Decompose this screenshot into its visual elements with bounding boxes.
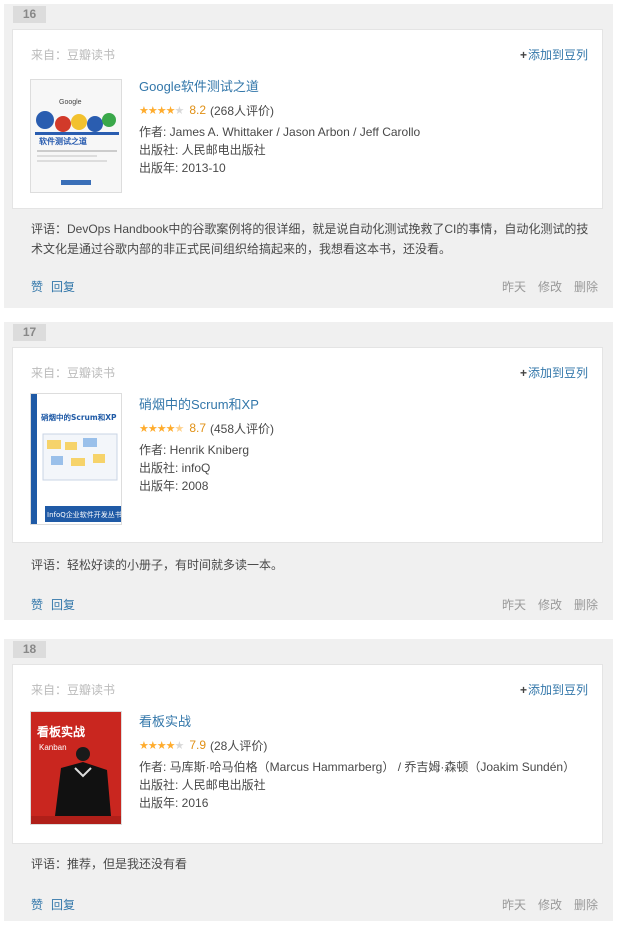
delete-button[interactable]: 删除: [574, 898, 598, 912]
google-book-cover-art: Google 软件测试之道: [31, 80, 121, 192]
book-author: 作者: Henrik Kniberg: [139, 443, 250, 457]
comment-text: 评语：DevOps Handbook中的谷歌案例将的很详细，就是说自动化测试挽救…: [31, 222, 589, 256]
comment-text: 评语：轻松好读的小册子，有时间就多读一本。: [31, 558, 284, 572]
item-manage-actions: 昨天 修改 删除: [490, 596, 598, 613]
item-manage-actions: 昨天 修改 删除: [490, 896, 598, 913]
comment-actions: 赞回复: [31, 896, 83, 913]
add-to-doulist-button[interactable]: +添加到豆列: [520, 46, 588, 63]
comment-text: 评语：推荐，但是我还没有看: [31, 857, 188, 871]
svg-text:Google: Google: [59, 99, 82, 106]
source-label: 来自：豆瓣读书: [31, 48, 116, 62]
book-cover[interactable]: Google 软件测试之道: [30, 79, 122, 193]
rating-row: ★★★★★ 7.9 (28人评价): [139, 736, 575, 754]
comment-actions: 赞回复: [31, 596, 83, 613]
book-title-link[interactable]: 看板实战: [139, 711, 575, 730]
doulist-item: 17 来自：豆瓣读书 +添加到豆列 硝烟中的Scrum和XP InfoQ企业软件…: [4, 322, 613, 620]
book-title-link[interactable]: Google软件测试之道: [139, 76, 420, 95]
edit-button[interactable]: 修改: [538, 898, 562, 912]
item-index: 17: [13, 324, 46, 341]
book-info: 看板实战 ★★★★★ 7.9 (28人评价) 作者: 马库斯·哈马伯格（Marc…: [139, 711, 575, 812]
book-publisher: 出版社: 人民邮电出版社: [139, 143, 266, 157]
rating-score: 7.9: [189, 738, 207, 752]
reply-button[interactable]: 回复: [51, 280, 75, 294]
doulist-item: 16 来自：豆瓣读书 +添加到豆列 Google 软件测试之道 Google软件…: [4, 4, 613, 308]
rating-count: (458人评价): [210, 421, 275, 436]
reply-button[interactable]: 回复: [51, 898, 75, 912]
svg-text:软件测试之道: 软件测试之道: [39, 136, 87, 146]
svg-text:InfoQ企业软件开发丛书: InfoQ企业软件开发丛书: [47, 510, 122, 519]
book-title-link[interactable]: 硝烟中的Scrum和XP: [139, 394, 274, 413]
rating-score: 8.2: [189, 103, 207, 117]
book-info: 硝烟中的Scrum和XP ★★★★★ 8.7 (458人评价) 作者: Henr…: [139, 394, 274, 495]
source-label: 来自：豆瓣读书: [31, 366, 116, 380]
plus-icon: +: [519, 683, 527, 697]
book-pubyear: 出版年: 2016: [139, 796, 209, 810]
book-author: 作者: 马库斯·哈马伯格（Marcus Hammarberg） / 乔吉姆·森顿…: [139, 760, 576, 774]
edit-button[interactable]: 修改: [538, 280, 562, 294]
item-index: 16: [13, 6, 46, 23]
delete-button[interactable]: 删除: [574, 280, 598, 294]
add-to-doulist-button[interactable]: +添加到豆列: [520, 681, 588, 698]
item-index: 18: [13, 641, 46, 658]
book-card: 来自：豆瓣读书 +添加到豆列 硝烟中的Scrum和XP InfoQ企业软件开发丛…: [12, 347, 603, 543]
book-cover[interactable]: 看板实战 Kanban: [30, 711, 122, 825]
book-publisher: 出版社: 人民邮电出版社: [139, 778, 266, 792]
like-button[interactable]: 赞: [31, 280, 43, 294]
doulist-item: 18 来自：豆瓣读书 +添加到豆列 看板实战 Kanban 看板实战 ★★★★★…: [4, 639, 613, 921]
timestamp: 昨天: [501, 280, 526, 294]
kanban-book-cover-art: 看板实战 Kanban: [31, 712, 121, 824]
timestamp: 昨天: [501, 598, 526, 612]
plus-icon: +: [519, 366, 527, 380]
scrum-book-cover-art: 硝烟中的Scrum和XP InfoQ企业软件开发丛书: [31, 394, 122, 524]
item-manage-actions: 昨天 修改 删除: [490, 278, 598, 295]
book-author: 作者: James A. Whittaker / Jason Arbon / J…: [139, 125, 421, 139]
star-rating-icon: ★★★★★: [139, 422, 184, 435]
rating-score: 8.7: [189, 421, 207, 435]
book-card: 来自：豆瓣读书 +添加到豆列 Google 软件测试之道 Google软件测试之…: [12, 29, 603, 209]
book-publisher: 出版社: infoQ: [139, 461, 211, 475]
rating-row: ★★★★★ 8.7 (458人评价): [139, 419, 274, 437]
source-label: 来自：豆瓣读书: [31, 683, 116, 697]
book-cover[interactable]: 硝烟中的Scrum和XP InfoQ企业软件开发丛书: [30, 393, 122, 525]
edit-button[interactable]: 修改: [538, 598, 562, 612]
timestamp: 昨天: [501, 898, 526, 912]
book-pubyear: 出版年: 2013-10: [139, 161, 226, 175]
rating-row: ★★★★★ 8.2 (268人评价): [139, 101, 420, 119]
comment-actions: 赞回复: [31, 278, 83, 295]
book-card: 来自：豆瓣读书 +添加到豆列 看板实战 Kanban 看板实战 ★★★★★ 7.…: [12, 664, 603, 844]
svg-text:看板实战: 看板实战: [37, 724, 85, 739]
star-rating-icon: ★★★★★: [139, 104, 184, 117]
book-pubyear: 出版年: 2008: [139, 479, 209, 493]
rating-count: (268人评价): [210, 103, 275, 118]
reply-button[interactable]: 回复: [51, 598, 75, 612]
add-to-doulist-button[interactable]: +添加到豆列: [520, 364, 588, 381]
rating-count: (28人评价): [210, 738, 268, 753]
like-button[interactable]: 赞: [31, 598, 43, 612]
svg-text:硝烟中的Scrum和XP: 硝烟中的Scrum和XP: [41, 412, 117, 422]
plus-icon: +: [519, 48, 527, 62]
star-rating-icon: ★★★★★: [139, 739, 184, 752]
delete-button[interactable]: 删除: [574, 598, 598, 612]
book-info: Google软件测试之道 ★★★★★ 8.2 (268人评价) 作者: Jame…: [139, 76, 420, 177]
like-button[interactable]: 赞: [31, 898, 43, 912]
svg-text:Kanban: Kanban: [39, 743, 67, 752]
